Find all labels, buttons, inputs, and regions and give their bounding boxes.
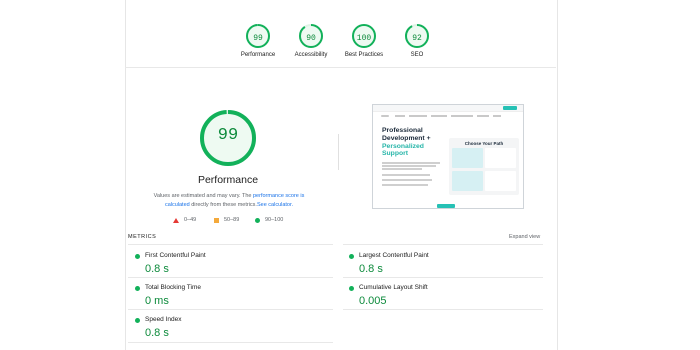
metric-divider bbox=[343, 244, 543, 245]
metric-value: 0.005 bbox=[359, 295, 387, 307]
metric-divider bbox=[343, 277, 543, 278]
note-text: Values are estimated and may vary. The bbox=[153, 193, 253, 199]
metric-divider bbox=[128, 342, 333, 343]
preview-hero-title: Professional Development + Personalized … bbox=[382, 127, 452, 158]
average-square-icon bbox=[214, 217, 219, 223]
vertical-separator bbox=[338, 134, 339, 170]
gauge-label: Best Practices bbox=[344, 52, 384, 58]
pass-circle-icon bbox=[135, 254, 140, 259]
legend-label: 0–49 bbox=[184, 217, 197, 223]
gauge-best-practices[interactable]: 100 Best Practices bbox=[336, 23, 392, 58]
performance-title: Performance bbox=[197, 174, 259, 186]
page-screenshot-preview[interactable]: Professional Development + Personalized … bbox=[372, 104, 524, 209]
gauge-label: SEO bbox=[410, 52, 424, 58]
preview-title-line: Development + bbox=[382, 134, 431, 142]
preview-nav bbox=[373, 112, 523, 120]
metric-name: Cumulative Layout Shift bbox=[359, 284, 428, 291]
metric-divider bbox=[343, 309, 543, 310]
metric-divider bbox=[128, 309, 333, 310]
legend-fail: 0–49 bbox=[173, 217, 196, 223]
preview-title-line: Support bbox=[382, 150, 409, 158]
performance-note: Values are estimated and may vary. The p… bbox=[143, 192, 315, 209]
see-calculator-link[interactable]: See calculator. bbox=[257, 202, 293, 208]
preview-card bbox=[452, 148, 483, 168]
gauge-performance[interactable]: 99 Performance bbox=[230, 23, 286, 58]
preview-card bbox=[452, 171, 483, 191]
pass-circle-icon bbox=[255, 217, 260, 223]
gauge-seo[interactable]: 92 SEO bbox=[389, 23, 445, 58]
metric-value: 0.8 s bbox=[359, 263, 383, 275]
fail-triangle-icon bbox=[173, 217, 179, 223]
pass-circle-icon bbox=[349, 254, 354, 259]
gauge-score: 92 bbox=[412, 34, 422, 43]
pass-circle-icon bbox=[135, 286, 140, 291]
metric-value: 0.8 s bbox=[145, 327, 169, 339]
preview-card bbox=[485, 171, 516, 191]
header-divider bbox=[125, 67, 556, 68]
gauge-score: 99 bbox=[253, 34, 263, 43]
gauge-score: 90 bbox=[306, 34, 316, 43]
preview-card bbox=[485, 148, 516, 168]
metric-divider bbox=[128, 277, 333, 278]
preview-box-title: Choose Your Path bbox=[464, 141, 504, 146]
legend-label: 90–100 bbox=[265, 217, 284, 223]
metric-name: Total Blocking Time bbox=[145, 284, 201, 291]
preview-title-line: Professional bbox=[382, 127, 423, 134]
metric-name: Largest Contentful Paint bbox=[359, 252, 429, 259]
gauge-label: Performance bbox=[240, 52, 276, 58]
pass-circle-icon bbox=[349, 286, 354, 291]
metric-name: First Contentful Paint bbox=[145, 252, 206, 259]
pass-circle-icon bbox=[135, 318, 140, 323]
metric-name: Speed Index bbox=[145, 316, 182, 323]
metric-value: 0.8 s bbox=[145, 263, 169, 275]
legend-label: 50–89 bbox=[224, 217, 240, 223]
preview-title-line: Personalized bbox=[382, 142, 424, 150]
legend-average: 50–89 bbox=[214, 217, 239, 223]
gauge-accessibility[interactable]: 90 Accessibility bbox=[283, 23, 339, 58]
preview-browser-bar bbox=[373, 105, 523, 112]
performance-score: 99 bbox=[217, 126, 239, 145]
gauge-label: Accessibility bbox=[294, 52, 328, 58]
metric-value: 0 ms bbox=[145, 295, 169, 307]
metric-divider bbox=[128, 244, 333, 245]
legend-pass: 90–100 bbox=[255, 217, 283, 223]
note-text: directly from these metrics. bbox=[189, 201, 257, 208]
gauge-score: 100 bbox=[356, 34, 372, 43]
expand-view-toggle[interactable]: Expand view bbox=[509, 234, 540, 240]
preview-cta bbox=[437, 204, 455, 208]
metrics-heading: METRICS bbox=[128, 234, 157, 240]
